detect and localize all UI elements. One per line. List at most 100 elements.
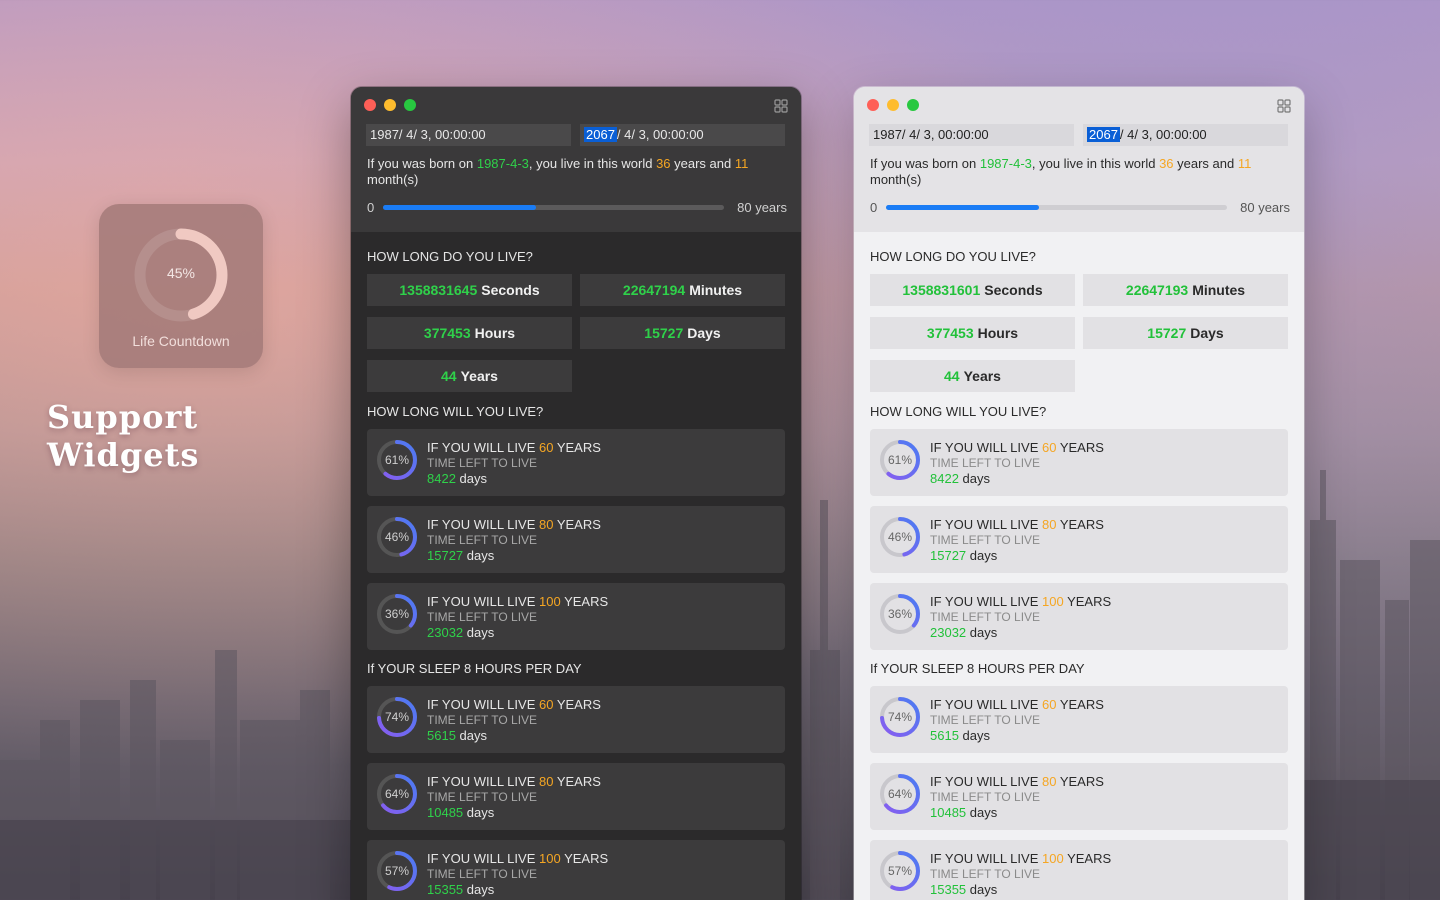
stat-hours: 377453 Hours bbox=[870, 317, 1075, 349]
intro-years-word: years and bbox=[1173, 156, 1238, 171]
birth-date-field[interactable]: 1987/ 4/ 3, 00:00:00 bbox=[869, 124, 1074, 146]
card-heading-suffix: YEARS bbox=[1056, 697, 1104, 712]
life-expectancy-card: 74% IF YOU WILL LIVE 60 YEARS TIME LEFT TO… bbox=[367, 686, 785, 753]
card-days: 8422 days bbox=[930, 471, 990, 486]
card-subtitle: TIME LEFT TO LIVE bbox=[427, 456, 538, 470]
traffic-lights bbox=[364, 99, 416, 111]
stat-value: 1358831645 bbox=[399, 282, 478, 298]
card-heading: IF YOU WILL LIVE 60 YEARS bbox=[930, 440, 1104, 455]
life-expectancy-card: 46% IF YOU WILL LIVE 80 YEARS TIME LEFT TO… bbox=[367, 506, 785, 573]
zoom-window-button[interactable] bbox=[907, 99, 919, 111]
stat-unit: Hours bbox=[977, 325, 1019, 341]
card-heading: IF YOU WILL LIVE 60 YEARS bbox=[427, 440, 601, 455]
intro-birth-date: 1987-4-3 bbox=[476, 156, 529, 171]
widget-label: Life Countdown bbox=[132, 333, 230, 349]
card-days-word: days bbox=[966, 882, 998, 897]
card-days-word: days bbox=[463, 625, 495, 640]
birth-date-field[interactable]: 1987/ 4/ 3, 00:00:00 bbox=[366, 124, 571, 146]
end-date-year-selected[interactable]: 2067 bbox=[1087, 127, 1120, 142]
card-days: 23032 days bbox=[427, 625, 494, 640]
card-subtitle: TIME LEFT TO LIVE bbox=[427, 790, 538, 804]
zoom-window-button[interactable] bbox=[404, 99, 416, 111]
progress-min-label: 0 bbox=[367, 200, 375, 215]
window-header: 1987/ 4/ 3, 00:00:00 2067/ 4/ 3, 00:00:00… bbox=[854, 87, 1304, 232]
end-date-field[interactable]: 2067/ 4/ 3, 00:00:00 bbox=[1083, 124, 1288, 146]
widget-percent: 45% bbox=[166, 265, 196, 281]
progress-max-label: 80 years bbox=[737, 200, 787, 215]
progress-track bbox=[383, 205, 724, 210]
card-days-value: 5615 bbox=[427, 728, 456, 743]
end-date-field[interactable]: 2067/ 4/ 3, 00:00:00 bbox=[580, 124, 785, 146]
grid-icon[interactable] bbox=[1277, 99, 1291, 113]
stat-hours: 377453 Hours bbox=[367, 317, 572, 349]
app-window-dark: 1987/ 4/ 3, 00:00:00 2067/ 4/ 3, 00:00:00… bbox=[351, 87, 801, 900]
card-heading-prefix: IF YOU WILL LIVE bbox=[930, 697, 1042, 712]
card-years: 100 bbox=[1041, 851, 1064, 866]
card-years: 80 bbox=[1041, 774, 1057, 789]
gauge-percent: 57% bbox=[384, 864, 410, 878]
stat-unit: Years bbox=[963, 368, 1001, 384]
stat-unit: Days bbox=[687, 325, 721, 341]
card-subtitle: TIME LEFT TO LIVE bbox=[930, 790, 1041, 804]
minimize-window-button[interactable] bbox=[384, 99, 396, 111]
card-heading-suffix: YEARS bbox=[560, 594, 609, 609]
card-heading-suffix: YEARS bbox=[1056, 440, 1104, 455]
card-heading-prefix: IF YOU WILL LIVE bbox=[930, 774, 1042, 789]
card-heading-suffix: YEARS bbox=[553, 697, 601, 712]
life-countdown-widget[interactable]: 45% Life Countdown bbox=[99, 204, 263, 368]
life-expectancy-card: 74% IF YOU WILL LIVE 60 YEARS TIME LEFT TO… bbox=[870, 686, 1288, 753]
progress-track bbox=[886, 205, 1227, 210]
card-heading: IF YOU WILL LIVE 80 YEARS bbox=[427, 517, 601, 532]
stat-value: 22647193 bbox=[1125, 282, 1189, 298]
card-subtitle: TIME LEFT TO LIVE bbox=[930, 867, 1041, 881]
close-window-button[interactable] bbox=[364, 99, 376, 111]
card-days-word: days bbox=[463, 805, 495, 820]
card-subtitle: TIME LEFT TO LIVE bbox=[930, 610, 1041, 624]
card-years: 80 bbox=[538, 774, 554, 789]
card-days: 15355 days bbox=[930, 882, 997, 897]
card-days: 23032 days bbox=[930, 625, 997, 640]
card-years: 60 bbox=[538, 697, 554, 712]
card-days-value: 8422 bbox=[930, 471, 959, 486]
life-expectancy-card: 46% IF YOU WILL LIVE 80 YEARS TIME LEFT TO… bbox=[870, 506, 1288, 573]
card-days: 5615 days bbox=[427, 728, 487, 743]
life-intro-text: If you was born on 1987-4-3, you live in… bbox=[367, 156, 787, 188]
gauge-percent: 61% bbox=[384, 453, 410, 467]
gauge-percent: 64% bbox=[384, 787, 410, 801]
close-window-button[interactable] bbox=[867, 99, 879, 111]
stat-value: 15727 bbox=[1147, 325, 1187, 341]
stat-unit: Seconds bbox=[481, 282, 540, 298]
card-days-value: 15727 bbox=[930, 548, 967, 563]
card-years: 80 bbox=[538, 517, 554, 532]
card-heading-prefix: IF YOU WILL LIVE bbox=[427, 440, 539, 455]
card-days-word: days bbox=[455, 471, 487, 486]
sleep-section-title: If YOUR SLEEP 8 HOURS PER DAY bbox=[367, 661, 582, 676]
card-days-word: days bbox=[966, 548, 998, 563]
card-heading: IF YOU WILL LIVE 80 YEARS bbox=[930, 517, 1104, 532]
card-days: 15355 days bbox=[427, 882, 494, 897]
life-expectancy-card: 61% IF YOU WILL LIVE 60 YEARS TIME LEFT TO… bbox=[367, 429, 785, 496]
end-date-year-selected[interactable]: 2067 bbox=[584, 127, 617, 142]
gauge-percent: 57% bbox=[887, 864, 913, 878]
stat-unit: Minutes bbox=[1192, 282, 1246, 298]
gauge-percent: 74% bbox=[887, 710, 913, 724]
gauge-percent: 74% bbox=[384, 710, 410, 724]
stat-value: 44 bbox=[944, 368, 960, 384]
card-days-word: days bbox=[455, 728, 487, 743]
card-subtitle: TIME LEFT TO LIVE bbox=[427, 713, 538, 727]
gauge-percent: 36% bbox=[384, 607, 410, 621]
stat-unit: Years bbox=[460, 368, 498, 384]
life-expectancy-card: 36% IF YOU WILL LIVE 100 YEARS TIME LEFT T… bbox=[367, 583, 785, 650]
card-years: 100 bbox=[538, 594, 561, 609]
card-days-word: days bbox=[958, 471, 990, 486]
life-expectancy-card: 64% IF YOU WILL LIVE 80 YEARS TIME LEFT TO… bbox=[367, 763, 785, 830]
stat-minutes: 22647194 Minutes bbox=[580, 274, 785, 306]
minimize-window-button[interactable] bbox=[887, 99, 899, 111]
stat-value: 377453 bbox=[926, 325, 974, 341]
intro-months: 11 bbox=[734, 156, 749, 171]
grid-icon[interactable] bbox=[774, 99, 788, 113]
card-days-word: days bbox=[966, 625, 998, 640]
card-heading-suffix: YEARS bbox=[553, 517, 601, 532]
card-heading-suffix: YEARS bbox=[1063, 851, 1112, 866]
stat-years: 44 Years bbox=[870, 360, 1075, 392]
